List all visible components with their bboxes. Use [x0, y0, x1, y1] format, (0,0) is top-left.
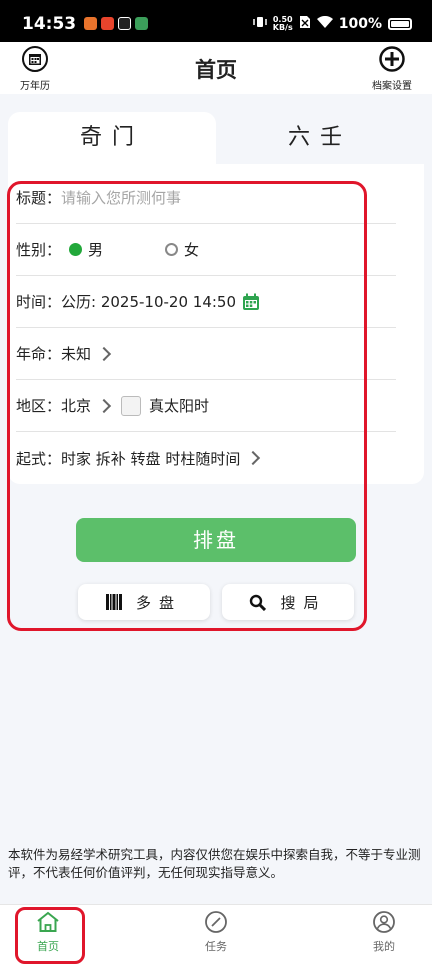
add-circle-icon — [379, 46, 405, 72]
disclaimer-text: 本软件为易经学术研究工具，内容仅供您在娱乐中探索自我，不等于专业测评，不代表任何… — [8, 847, 421, 880]
home-icon — [37, 911, 59, 932]
gender-row: 性别： 男 女 — [16, 224, 396, 276]
region-value[interactable]: 北京 — [61, 395, 91, 416]
gender-label: 性别： — [16, 241, 62, 259]
nav-mine[interactable]: 我的 — [344, 911, 424, 954]
chart-form: 标题： 请输入您所测何事 性别： 男 女 时间： 公历: 2025-10-20 … — [8, 164, 424, 484]
network-speed: 0.50 KB/s — [272, 15, 293, 32]
calendar-icon[interactable] — [242, 293, 260, 311]
app-notification-icon — [101, 17, 114, 30]
chevron-right-icon — [246, 450, 261, 466]
method-row[interactable]: 起式： 时家 拆补 转盘 时柱随时间 — [16, 432, 396, 484]
region-label: 地区： — [16, 397, 62, 415]
wifi-icon — [316, 15, 333, 33]
mode-tabs: 奇门 六壬 — [8, 112, 424, 164]
user-icon — [373, 911, 395, 933]
region-row: 地区： 北京 真太阳时 — [16, 380, 396, 432]
age-row[interactable]: 年命： 未知 — [16, 328, 396, 380]
app-header: 万年历 首页 档案设置 — [0, 42, 432, 94]
chevron-right-icon — [96, 346, 112, 361]
search-layout-button[interactable]: 搜局 — [222, 584, 354, 620]
status-bar: 14:53 0.50 KB/s 100% — [0, 0, 432, 42]
status-time: 14:53 — [22, 14, 77, 34]
battery-percent: 100% — [338, 16, 382, 32]
multi-chart-button[interactable]: 多盘 — [78, 584, 210, 620]
nav-home[interactable]: 首页 — [8, 911, 88, 954]
title-row[interactable]: 标题： 请输入您所测何事 — [16, 172, 396, 224]
app-notification-icon — [84, 17, 97, 30]
time-label: 时间： — [16, 293, 62, 311]
status-right: 0.50 KB/s 100% — [253, 15, 412, 33]
tiktok-icon — [118, 17, 131, 30]
radio-selected-icon — [69, 243, 83, 256]
bottom-nav: 首页 任务 我的 — [0, 904, 432, 964]
profile-settings-button[interactable]: 档案设置 — [372, 46, 412, 92]
vibrate-icon — [253, 15, 267, 33]
time-row[interactable]: 时间： 公历: 2025-10-20 14:50 — [16, 276, 396, 328]
age-value: 未知 — [61, 345, 92, 363]
notification-icons — [84, 17, 148, 30]
arrange-chart-button[interactable]: 排盘 — [76, 518, 356, 562]
radio-unselected-icon — [165, 243, 179, 256]
gender-female-radio[interactable]: 女 — [165, 239, 199, 260]
age-label: 年命： — [16, 345, 62, 363]
title-input[interactable]: 请输入您所测何事 — [61, 187, 181, 208]
tab-qimen[interactable]: 奇门 — [8, 112, 216, 164]
time-value[interactable]: 公历: 2025-10-20 14:50 — [61, 291, 236, 312]
chevron-right-icon[interactable] — [96, 398, 112, 413]
barcode-icon — [105, 594, 122, 610]
no-sim-icon — [299, 15, 311, 33]
search-icon — [249, 594, 267, 611]
gender-male-radio[interactable]: 男 — [69, 239, 103, 260]
method-value: 时家 拆补 转盘 时柱随时间 — [61, 449, 241, 468]
solar-time-checkbox[interactable] — [121, 395, 142, 416]
app-notification-icon — [135, 17, 148, 30]
compass-icon — [205, 911, 227, 933]
nav-task[interactable]: 任务 — [176, 911, 256, 954]
method-label: 起式： — [16, 449, 62, 468]
page-title: 首页 — [195, 58, 237, 82]
title-label: 标题： — [16, 189, 62, 207]
battery-icon — [388, 18, 412, 30]
solar-time-label: 真太阳时 — [149, 397, 210, 415]
tab-liuren[interactable]: 六壬 — [216, 112, 424, 164]
